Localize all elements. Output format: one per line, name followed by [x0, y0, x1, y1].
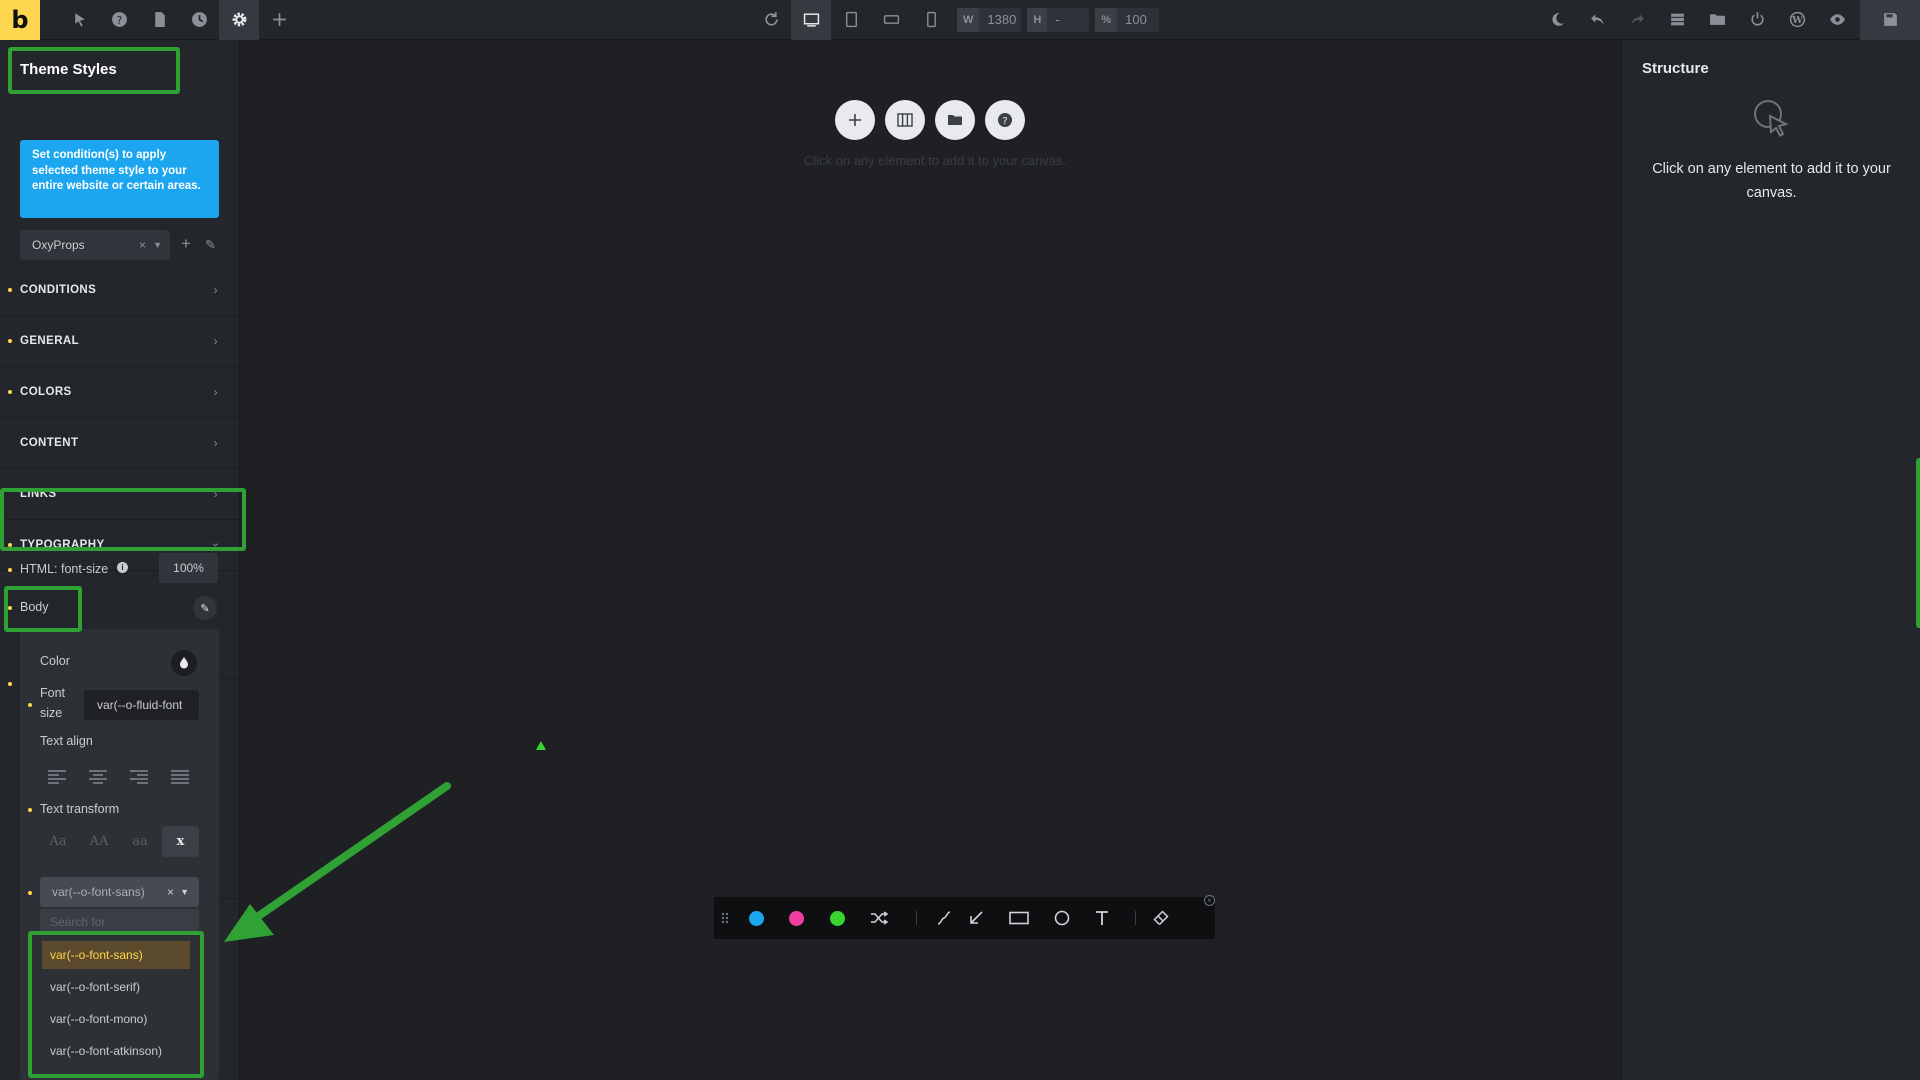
annotation-arrow: [224, 782, 451, 942]
